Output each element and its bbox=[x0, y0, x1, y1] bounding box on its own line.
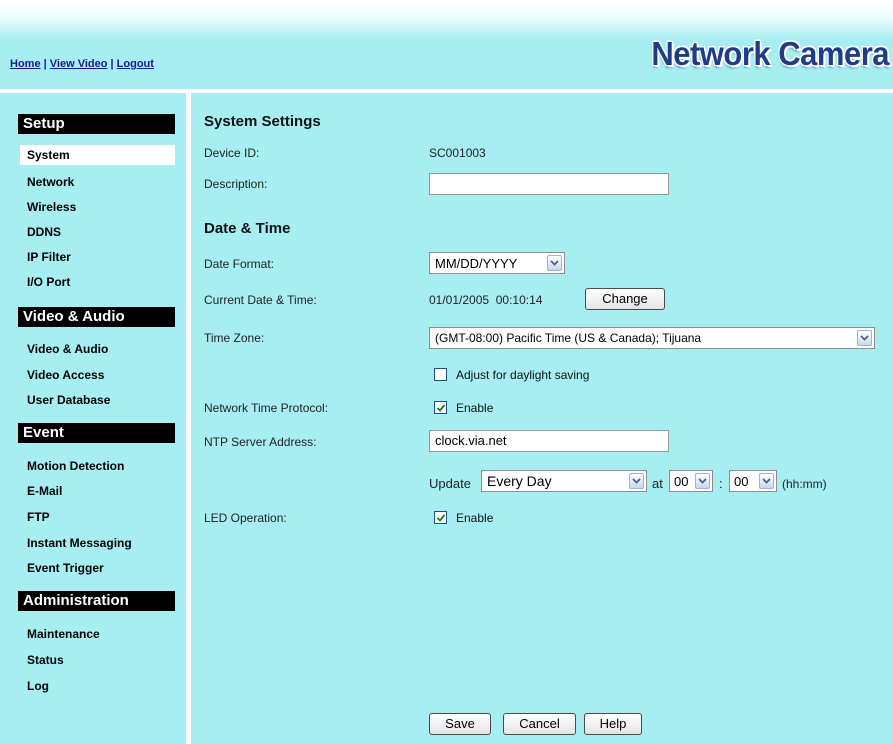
hhmm-label: (hh:mm) bbox=[782, 477, 827, 491]
description-label: Description: bbox=[204, 177, 268, 191]
sidebar-section-event: Event bbox=[18, 423, 175, 443]
ntp-server-label: NTP Server Address: bbox=[204, 435, 317, 449]
device-id-label: Device ID: bbox=[204, 146, 260, 160]
sidebar-item-ip-filter[interactable]: IP Filter bbox=[20, 247, 175, 267]
system-settings-title: System Settings bbox=[204, 113, 321, 130]
ntp-enable-checkbox[interactable] bbox=[434, 401, 447, 414]
sidebar-item-email[interactable]: E-Mail bbox=[20, 481, 175, 501]
update-minute-value: 00 bbox=[734, 474, 749, 489]
at-label: at bbox=[652, 476, 663, 491]
led-operation-label: LED Operation: bbox=[204, 511, 287, 525]
sidebar-item-motion-detection[interactable]: Motion Detection bbox=[20, 456, 175, 476]
checkmark-icon bbox=[436, 404, 446, 412]
top-nav: Home | View Video | Logout bbox=[10, 58, 154, 70]
time-zone-value: (GMT-08:00) Pacific Time (US & Canada); … bbox=[435, 331, 702, 345]
save-button[interactable]: Save bbox=[429, 713, 491, 735]
current-datetime-label: Current Date & Time: bbox=[204, 293, 317, 307]
view-video-link[interactable]: View Video bbox=[50, 58, 108, 70]
change-button[interactable]: Change bbox=[585, 288, 665, 310]
logout-link[interactable]: Logout bbox=[117, 58, 154, 70]
date-time-title: Date & Time bbox=[204, 220, 291, 237]
sidebar-item-video-access[interactable]: Video Access bbox=[20, 365, 175, 385]
time-zone-select[interactable]: (GMT-08:00) Pacific Time (US & Canada); … bbox=[429, 327, 875, 349]
header-divider bbox=[0, 89, 893, 93]
update-frequency-select[interactable]: Every Day bbox=[481, 470, 647, 492]
sidebar-item-network[interactable]: Network bbox=[20, 172, 175, 192]
date-format-select[interactable]: MM/DD/YYYY bbox=[429, 252, 565, 274]
update-minute-select[interactable]: 00 bbox=[729, 470, 777, 492]
sidebar-item-system[interactable]: System bbox=[20, 145, 175, 165]
date-format-label: Date Format: bbox=[204, 257, 275, 271]
daylight-saving-label: Adjust for daylight saving bbox=[456, 368, 590, 382]
chevron-down-icon bbox=[695, 473, 710, 489]
sidebar-item-maintenance[interactable]: Maintenance bbox=[20, 624, 175, 644]
chevron-down-icon bbox=[629, 473, 644, 489]
sidebar-section-video-audio: Video & Audio bbox=[18, 307, 175, 327]
ntp-server-input[interactable]: clock.via.net bbox=[429, 430, 669, 452]
sidebar-item-user-database[interactable]: User Database bbox=[20, 390, 175, 410]
update-label: Update bbox=[429, 476, 471, 491]
checkmark-icon bbox=[436, 514, 446, 522]
led-enable-checkbox[interactable] bbox=[434, 511, 447, 524]
current-datetime-value: 01/01/2005 00:10:14 bbox=[429, 293, 543, 307]
time-colon: : bbox=[719, 476, 723, 491]
sidebar-item-event-trigger[interactable]: Event Trigger bbox=[20, 558, 175, 578]
sidebar-item-instant-messaging[interactable]: Instant Messaging bbox=[20, 533, 175, 553]
chevron-down-icon bbox=[547, 255, 562, 271]
sidebar-item-status[interactable]: Status bbox=[20, 650, 175, 670]
sidebar-item-wireless[interactable]: Wireless bbox=[20, 197, 175, 217]
led-enable-label: Enable bbox=[456, 511, 494, 525]
daylight-saving-checkbox[interactable] bbox=[434, 368, 447, 381]
description-input[interactable] bbox=[429, 173, 669, 195]
date-format-value: MM/DD/YYYY bbox=[435, 256, 518, 271]
nav-separator: | bbox=[40, 58, 50, 70]
brand-logo-text: Network Camera bbox=[651, 34, 889, 73]
device-id-value: SC001003 bbox=[429, 146, 486, 160]
sidebar-divider bbox=[186, 93, 191, 744]
update-frequency-value: Every Day bbox=[487, 473, 552, 489]
update-hour-select[interactable]: 00 bbox=[669, 470, 713, 492]
sidebar-item-video-audio[interactable]: Video & Audio bbox=[20, 339, 175, 359]
update-hour-value: 00 bbox=[674, 474, 689, 489]
chevron-down-icon bbox=[857, 330, 872, 346]
ntp-enable-label: Enable bbox=[456, 401, 494, 415]
sidebar-item-log[interactable]: Log bbox=[20, 676, 175, 696]
sidebar-item-ddns[interactable]: DDNS bbox=[20, 222, 175, 242]
time-zone-label: Time Zone: bbox=[204, 331, 265, 345]
help-button[interactable]: Help bbox=[584, 713, 642, 735]
sidebar-item-ftp[interactable]: FTP bbox=[20, 507, 175, 527]
ntp-label: Network Time Protocol: bbox=[204, 401, 329, 415]
nav-separator: | bbox=[107, 58, 117, 70]
cancel-button[interactable]: Cancel bbox=[503, 713, 576, 735]
home-link[interactable]: Home bbox=[10, 58, 41, 70]
sidebar-section-administration: Administration bbox=[18, 591, 175, 611]
sidebar-section-setup: Setup bbox=[18, 114, 175, 134]
chevron-down-icon bbox=[759, 473, 774, 489]
sidebar-item-io-port[interactable]: I/O Port bbox=[20, 272, 175, 292]
